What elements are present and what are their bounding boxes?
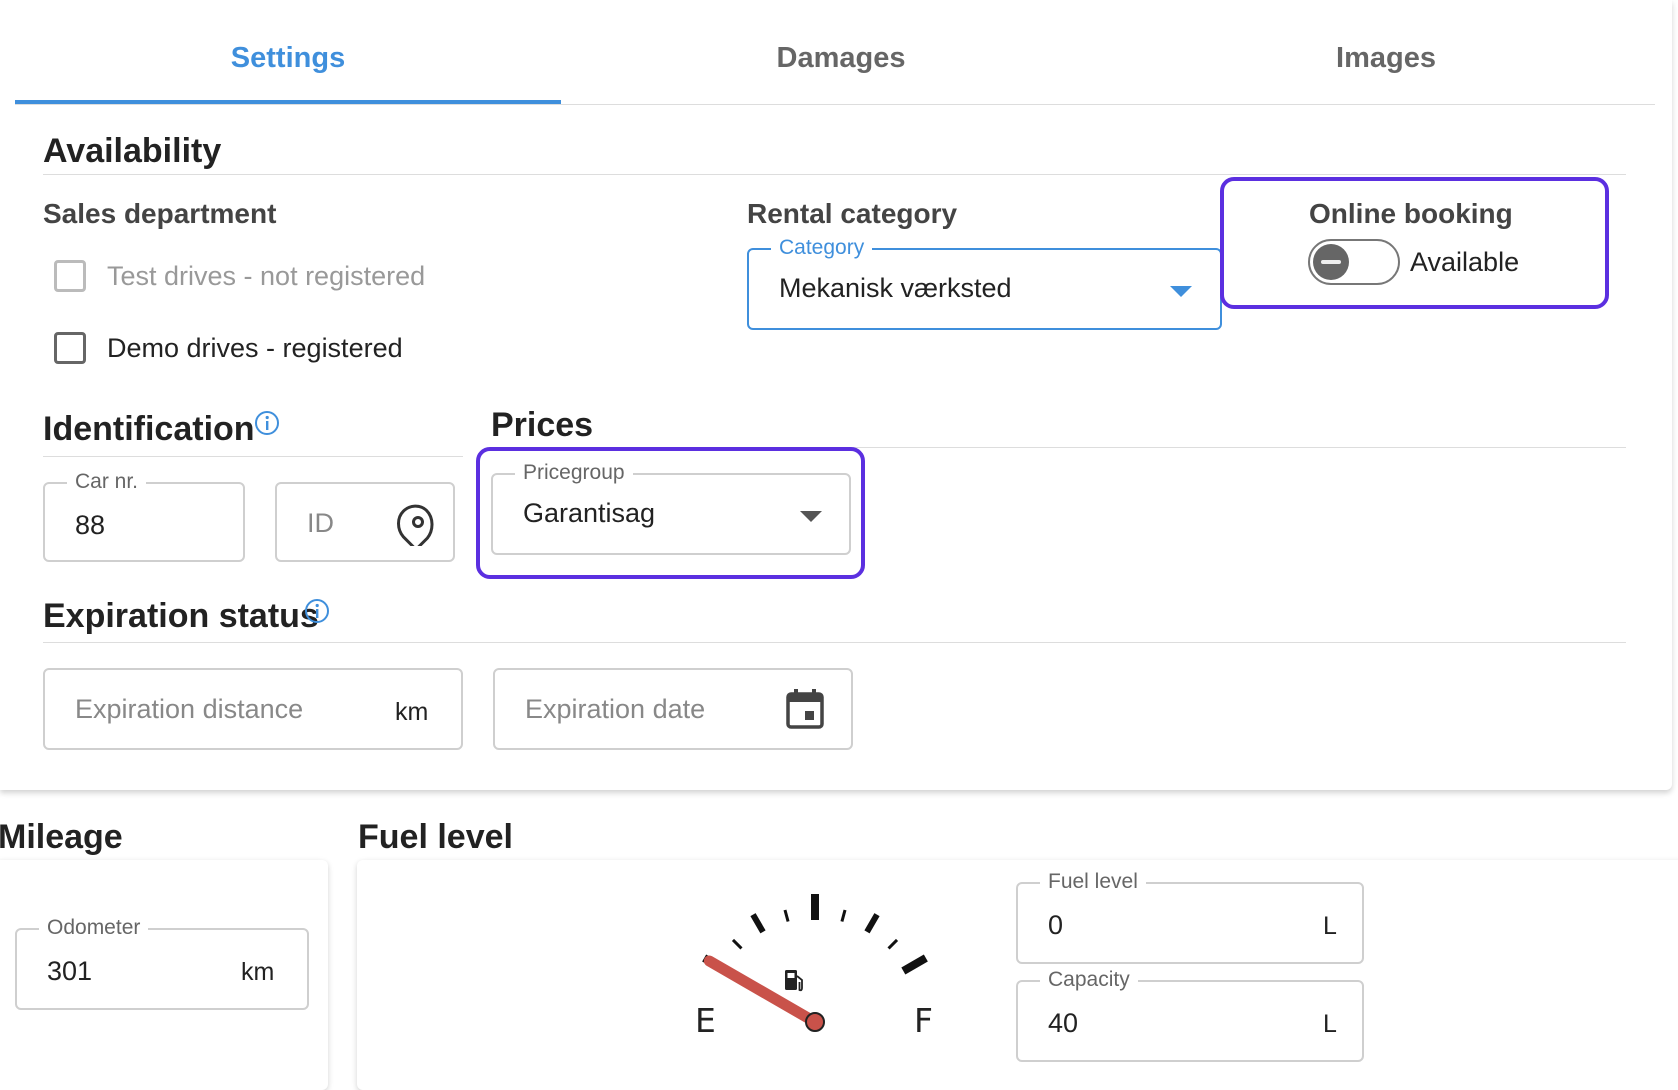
gauge-hub — [805, 1012, 825, 1032]
identification-divider — [43, 456, 463, 457]
category-value: Mekanisk værksted — [779, 273, 1012, 303]
capacity-value: 40 — [1048, 1008, 1079, 1038]
odometer-field[interactable]: Odometer 301 km — [15, 916, 309, 1010]
gauge-empty-label: E — [695, 1001, 716, 1040]
capacity-unit: L — [1323, 1010, 1337, 1038]
chevron-down-icon — [800, 511, 822, 522]
id-field[interactable]: ID — [275, 482, 455, 562]
gauge-tick — [750, 913, 766, 934]
odometer-unit: km — [241, 958, 275, 986]
tabs-divider — [15, 104, 1655, 105]
pricegroup-value: Garantisag — [523, 498, 656, 528]
fuel-level-field[interactable]: Fuel level 0 L — [1016, 870, 1364, 964]
category-field-label: Category — [771, 236, 873, 260]
gauge-needle — [703, 955, 821, 1028]
tab-settings[interactable]: Settings — [15, 16, 561, 100]
prices-title: Prices — [491, 406, 594, 444]
id-placeholder: ID — [307, 508, 334, 538]
availability-divider — [43, 174, 1626, 175]
fuel-level-title: Fuel level — [358, 818, 513, 856]
toggle-knob — [1313, 244, 1349, 280]
gauge-tick — [887, 938, 899, 950]
toggle-available-label: Available — [1410, 247, 1520, 277]
sales-department-label: Sales department — [43, 198, 277, 229]
fuel-level-label: Fuel level — [1040, 870, 1146, 894]
test-drives-label: Test drives - not registered — [107, 261, 426, 291]
fuel-pump-icon — [785, 970, 803, 992]
expiration-date-field[interactable]: Expiration date — [493, 668, 853, 750]
online-booking-highlight — [1220, 177, 1609, 309]
calendar-icon[interactable] — [785, 688, 825, 730]
tab-damages[interactable]: Damages — [565, 16, 1117, 100]
tab-images[interactable]: Images — [1117, 16, 1655, 100]
fuel-panel: E F Fuel level 0 L Capacity 40 L — [357, 860, 1678, 1090]
fuel-gauge: E F — [695, 894, 933, 1040]
online-booking-label: Online booking — [1309, 198, 1513, 229]
expiration-distance-unit: km — [395, 698, 429, 726]
odometer-value: 301 — [47, 956, 93, 986]
info-icon[interactable] — [254, 410, 280, 436]
online-booking-toggle[interactable] — [1308, 239, 1400, 285]
expiration-title: Expiration status — [43, 597, 319, 635]
pricegroup-select[interactable]: Pricegroup Garantisag — [491, 461, 851, 555]
demo-drives-label: Demo drives - registered — [107, 333, 403, 363]
gauge-tick — [840, 909, 847, 922]
settings-card: Settings Damages Images Availability Sal… — [0, 0, 1672, 790]
gauge-tick — [783, 909, 790, 922]
gauge-tick — [731, 938, 743, 950]
rental-category-label: Rental category — [747, 198, 958, 229]
expiration-distance-placeholder: Expiration distance — [75, 694, 304, 724]
tag-icon[interactable] — [394, 502, 438, 546]
fuel-level-unit: L — [1323, 912, 1337, 940]
mileage-title: Mileage — [0, 818, 123, 856]
odometer-label: Odometer — [39, 916, 149, 940]
availability-title: Availability — [43, 132, 222, 170]
capacity-label: Capacity — [1040, 968, 1138, 992]
fuel-level-value: 0 — [1048, 910, 1064, 940]
gauge-tick — [864, 913, 880, 934]
expiration-distance-field[interactable]: Expiration distance km — [43, 668, 463, 750]
gauge-tick — [901, 954, 928, 975]
gauge-full-label: F — [914, 1001, 933, 1040]
chevron-down-icon — [1170, 286, 1192, 297]
active-tab-indicator — [15, 100, 561, 104]
car-nr-label: Car nr. — [67, 470, 147, 494]
mileage-panel: Odometer 301 km — [0, 860, 328, 1090]
expiration-divider — [43, 642, 1626, 643]
gauge-ticks — [702, 894, 928, 975]
test-drives-checkbox[interactable] — [54, 260, 86, 292]
capacity-field[interactable]: Capacity 40 L — [1016, 968, 1364, 1062]
demo-drives-checkbox[interactable] — [54, 332, 86, 364]
expiration-date-placeholder: Expiration date — [525, 694, 706, 724]
category-select[interactable]: Category Mekanisk værksted — [747, 236, 1222, 330]
car-nr-field[interactable]: Car nr. 88 — [43, 470, 245, 562]
car-nr-value: 88 — [75, 510, 106, 540]
info-icon[interactable] — [304, 598, 330, 624]
pricegroup-label: Pricegroup — [515, 461, 633, 485]
identification-title: Identification — [43, 410, 255, 448]
